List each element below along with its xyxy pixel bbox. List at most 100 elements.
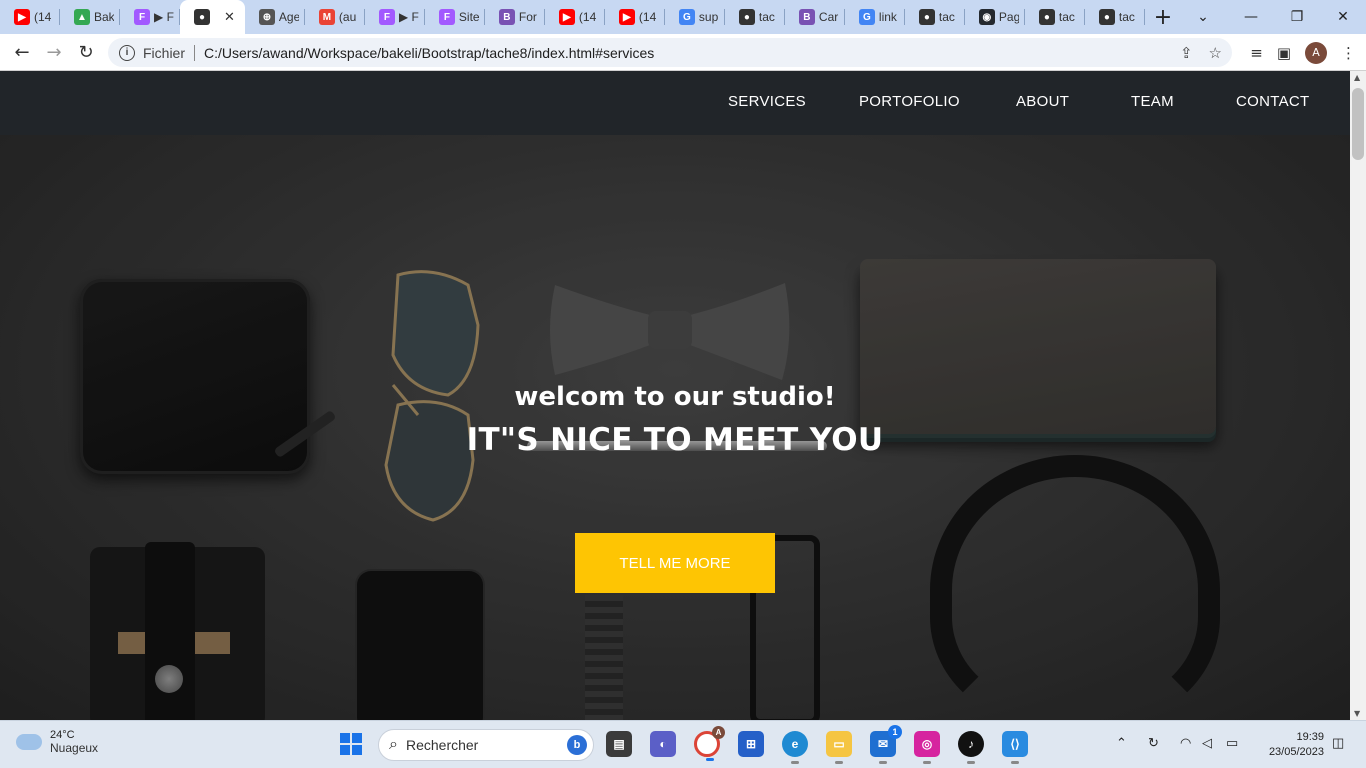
web-icon: ⊕	[258, 9, 275, 25]
nav-link-contact[interactable]: CONTACT	[1236, 93, 1309, 110]
tab-title: tac	[1058, 10, 1075, 24]
tab-title: Pag	[998, 10, 1019, 24]
system-clock[interactable]: 19:39 23/05/2023	[1269, 730, 1324, 760]
address-bar[interactable]: i Fichier C:/Users/awand/Workspace/bakel…	[108, 38, 1232, 67]
browser-tab[interactable]: F ▶ F	[120, 0, 180, 34]
tab-search-chevron-icon[interactable]: ⌄	[1180, 0, 1226, 34]
tiktok-icon[interactable]: ♪	[958, 731, 984, 764]
page-viewport: SERVICES PORTOFOLIO ABOUT TEAM CONTACT w…	[0, 71, 1350, 720]
tell-me-more-button[interactable]: TELL ME MORE	[575, 533, 775, 593]
page-scrollbar[interactable]: ▲ ▼	[1350, 71, 1366, 720]
edge-icon[interactable]: e	[782, 731, 808, 764]
globe-icon: ●	[194, 9, 210, 25]
browser-tab[interactable]: ⊕ Age	[245, 0, 305, 34]
clock-date: 23/05/2023	[1268, 746, 1324, 758]
close-tab-icon[interactable]: ✕	[224, 9, 235, 25]
profile-avatar[interactable]: A	[1305, 41, 1327, 64]
scroll-up-arrow-icon[interactable]: ▲	[1354, 73, 1360, 82]
browser-tab[interactable]: ● tac	[905, 0, 965, 34]
sync-icon[interactable]: ↻	[1148, 735, 1159, 751]
tab-title: Car	[818, 10, 839, 24]
tab-title: ▶ F	[154, 10, 174, 24]
maximize-button[interactable]: ❐	[1274, 0, 1320, 34]
browser-tab[interactable]: F Site	[425, 0, 485, 34]
chrome-icon[interactable]: A	[694, 726, 725, 761]
tab-active[interactable]: ● ✕	[180, 0, 245, 34]
scrollbar-thumb[interactable]	[1352, 88, 1364, 160]
chrome-profile-badge: A	[712, 726, 725, 739]
browser-tab[interactable]: ▲ Bak	[60, 0, 120, 34]
vscode-icon[interactable]: ⟨⟩	[1002, 731, 1028, 764]
tab-title: (14	[34, 10, 52, 24]
file-explorer-icon[interactable]: ▭	[826, 731, 852, 764]
close-window-button[interactable]: ✕	[1320, 0, 1366, 34]
windows-start-icon[interactable]	[340, 733, 362, 755]
hero-subheading: welcom to our studio!	[514, 382, 836, 412]
nav-link-services[interactable]: SERVICES	[728, 93, 806, 110]
share-icon[interactable]: ⇪	[1180, 44, 1193, 62]
task-view-icon[interactable]: ▤	[606, 731, 632, 757]
wifi-icon[interactable]: ◠	[1180, 735, 1191, 751]
browser-tab[interactable]: ◉ Pag	[965, 0, 1025, 34]
search-placeholder: Rechercher	[405, 737, 479, 753]
back-arrow-icon[interactable]: ←	[6, 36, 38, 68]
youtube-icon: ▶	[14, 9, 30, 25]
browser-tab[interactable]: B For	[485, 0, 545, 34]
instagram-icon[interactable]: ◎	[914, 731, 940, 764]
url-text[interactable]: C:/Users/awand/Workspace/bakeli/Bootstra…	[204, 45, 654, 61]
bookmark-star-icon[interactable]: ☆	[1209, 44, 1222, 62]
tab-title: Site	[458, 10, 479, 24]
browser-tab[interactable]: Glink	[845, 0, 905, 34]
browser-tab[interactable]: B Car	[785, 0, 845, 34]
battery-icon[interactable]: ▭	[1226, 735, 1238, 751]
tab-strip: ▶ (14 ▲ Bak F ▶ F ● ✕ ⊕ Age M (au F ▶ F F Site B For ▶ (14 ▶…	[0, 0, 1366, 34]
browser-tab[interactable]: ▶ (14	[545, 0, 605, 34]
tab-title: (au	[338, 10, 357, 24]
tab-title: tac	[938, 10, 955, 24]
globe-icon: ●	[738, 9, 755, 25]
minimize-button[interactable]: —	[1228, 0, 1274, 34]
info-icon[interactable]: i	[119, 44, 135, 61]
browser-tab[interactable]: ▶ (14	[605, 0, 665, 34]
browser-tab[interactable]: ● tac	[725, 0, 785, 34]
reload-icon[interactable]: ↻	[70, 36, 102, 68]
mail-icon[interactable]: ✉ 1	[870, 725, 902, 764]
kebab-menu-icon[interactable]: ⋮	[1341, 44, 1356, 62]
nav-link-portfolio[interactable]: PORTOFOLIO	[859, 93, 960, 110]
tab-title: sup	[698, 10, 719, 24]
cloud-icon	[16, 734, 42, 750]
youtube-icon: ▶	[558, 9, 575, 25]
divider	[194, 44, 196, 61]
teams-chat-icon[interactable]: ◐	[650, 731, 676, 757]
google-icon: G	[858, 9, 875, 25]
bootstrap-icon: B	[798, 9, 815, 25]
browser-tab[interactable]: ● tac	[1025, 0, 1085, 34]
nav-link-team[interactable]: TEAM	[1131, 93, 1174, 110]
reading-list-icon[interactable]: ≡	[1250, 44, 1263, 62]
google-icon: G	[678, 9, 695, 25]
bootstrap-icon: B	[498, 9, 515, 25]
browser-tab[interactable]: F ▶ F	[365, 0, 425, 34]
tray-chevron-up-icon[interactable]: ⌃	[1116, 735, 1127, 751]
browser-tab[interactable]: M (au	[305, 0, 365, 34]
globe-icon: ●	[918, 9, 935, 25]
side-panel-icon[interactable]: ▣	[1277, 44, 1291, 62]
temperature: 24°C	[50, 729, 75, 741]
taskbar-search[interactable]: ⌕ Rechercher b	[378, 729, 594, 761]
browser-tab[interactable]: ▶ (14	[0, 0, 60, 34]
tab-title: link	[878, 10, 897, 24]
weather-widget[interactable]: 24°C Nuageux	[16, 729, 98, 755]
store-icon[interactable]: ⊞	[738, 731, 764, 757]
scroll-down-arrow-icon[interactable]: ▼	[1354, 709, 1360, 718]
bing-icon[interactable]: b	[567, 735, 587, 755]
volume-icon[interactable]: ◁	[1202, 735, 1212, 751]
browser-tab[interactable]: ● tac	[1085, 0, 1145, 34]
browser-tab[interactable]: Gsup	[665, 0, 725, 34]
tab-title: For	[518, 10, 537, 24]
tab-title: (14	[638, 10, 657, 24]
github-icon: ◉	[978, 9, 995, 25]
new-tab-button[interactable]: +	[1145, 0, 1181, 34]
forward-arrow-icon[interactable]: →	[38, 36, 70, 68]
notification-icon[interactable]: ◫	[1332, 735, 1344, 751]
nav-link-about[interactable]: ABOUT	[1016, 93, 1069, 110]
